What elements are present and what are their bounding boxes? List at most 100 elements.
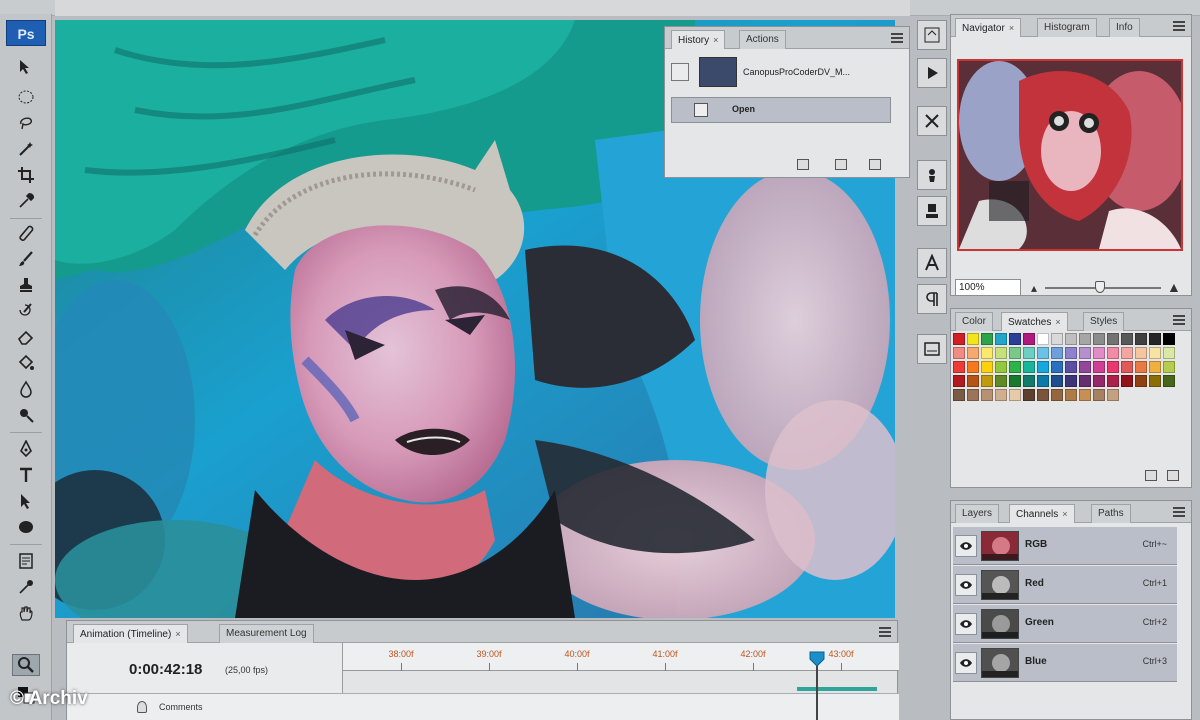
eyedropper-tool-icon[interactable] xyxy=(12,190,40,212)
color-swatch[interactable] xyxy=(1051,333,1063,345)
panel-menu-icon[interactable] xyxy=(891,33,903,43)
color-swatch[interactable] xyxy=(1037,347,1049,359)
color-swatch[interactable] xyxy=(1107,333,1119,345)
eye-icon[interactable] xyxy=(955,652,977,674)
playhead-icon[interactable] xyxy=(809,651,825,667)
navigator-preview[interactable] xyxy=(957,59,1183,251)
tab-styles[interactable]: Styles xyxy=(1083,312,1125,331)
eye-icon[interactable] xyxy=(955,574,977,596)
tool-presets-icon[interactable] xyxy=(917,106,947,136)
channel-row-blue[interactable]: Blue Ctrl+3 xyxy=(953,644,1177,682)
panel-menu-icon[interactable] xyxy=(1173,315,1185,325)
brush-tool-icon[interactable] xyxy=(12,248,40,270)
color-swatch[interactable] xyxy=(1065,333,1077,345)
color-swatch[interactable] xyxy=(1065,389,1077,401)
tab-measurement-log[interactable]: Measurement Log xyxy=(219,624,314,643)
clone-source-icon[interactable] xyxy=(917,196,947,226)
path-selection-tool-icon[interactable] xyxy=(12,490,40,512)
color-swatch[interactable] xyxy=(1079,389,1091,401)
color-swatch[interactable] xyxy=(967,375,979,387)
color-swatch[interactable] xyxy=(1051,347,1063,359)
shape-tool-icon[interactable] xyxy=(12,516,40,538)
crop-tool-icon[interactable] xyxy=(12,164,40,186)
tab-channels[interactable]: Channels × xyxy=(1009,504,1075,523)
color-swatch[interactable] xyxy=(995,361,1007,373)
tab-history[interactable]: History × xyxy=(671,30,726,49)
color-swatch[interactable] xyxy=(1079,361,1091,373)
color-swatch[interactable] xyxy=(1121,361,1133,373)
close-icon[interactable]: × xyxy=(175,629,180,639)
color-swatch[interactable] xyxy=(1121,375,1133,387)
eye-icon[interactable] xyxy=(955,535,977,557)
color-swatch[interactable] xyxy=(967,389,979,401)
hand-tool-icon[interactable] xyxy=(12,602,40,624)
color-swatch[interactable] xyxy=(1149,375,1161,387)
color-swatch[interactable] xyxy=(1163,361,1175,373)
color-swatch[interactable] xyxy=(1023,347,1035,359)
color-swatch[interactable] xyxy=(1051,389,1063,401)
clone-stamp-tool-icon[interactable] xyxy=(12,274,40,296)
color-swatch[interactable] xyxy=(1051,361,1063,373)
character-panel-icon[interactable] xyxy=(917,248,947,278)
color-swatch[interactable] xyxy=(1093,361,1105,373)
color-swatch[interactable] xyxy=(1023,375,1035,387)
channel-row-red[interactable]: Red Ctrl+1 xyxy=(953,566,1177,604)
history-step[interactable]: Open xyxy=(671,97,891,123)
color-swatch[interactable] xyxy=(1149,361,1161,373)
panel-menu-icon[interactable] xyxy=(1173,21,1185,31)
color-swatch[interactable] xyxy=(967,361,979,373)
zoom-slider-knob[interactable] xyxy=(1095,281,1105,293)
color-swatch[interactable] xyxy=(1121,347,1133,359)
color-swatch[interactable] xyxy=(1023,361,1035,373)
color-swatch[interactable] xyxy=(981,333,993,345)
color-swatch[interactable] xyxy=(1065,361,1077,373)
color-swatch[interactable] xyxy=(1149,333,1161,345)
color-swatch[interactable] xyxy=(1107,361,1119,373)
tab-animation-timeline[interactable]: Animation (Timeline) × xyxy=(73,624,188,643)
color-swatch[interactable] xyxy=(1107,389,1119,401)
color-swatch[interactable] xyxy=(1037,375,1049,387)
paint-bucket-tool-icon[interactable] xyxy=(12,352,40,374)
brushes-panel-icon[interactable] xyxy=(917,160,947,190)
color-swatch[interactable] xyxy=(953,361,965,373)
new-swatch-icon[interactable] xyxy=(1145,470,1157,481)
close-icon[interactable]: × xyxy=(713,35,718,45)
magic-wand-tool-icon[interactable] xyxy=(12,138,40,160)
color-swatch[interactable] xyxy=(1051,375,1063,387)
history-panel-icon[interactable] xyxy=(917,20,947,50)
color-swatch[interactable] xyxy=(1149,347,1161,359)
notes-tool-icon[interactable] xyxy=(12,550,40,572)
color-swatch[interactable] xyxy=(967,333,979,345)
current-timecode[interactable]: 0:00:42:18 xyxy=(129,661,202,678)
color-swatch[interactable] xyxy=(953,375,965,387)
panel-menu-icon[interactable] xyxy=(1173,507,1185,517)
color-swatch[interactable] xyxy=(953,389,965,401)
color-swatch[interactable] xyxy=(1065,347,1077,359)
new-snapshot-icon[interactable] xyxy=(835,159,847,170)
close-icon[interactable]: × xyxy=(1062,509,1067,519)
info-panel-icon[interactable] xyxy=(917,334,947,364)
color-swatch[interactable] xyxy=(1079,375,1091,387)
color-swatch[interactable] xyxy=(1037,389,1049,401)
stopwatch-icon[interactable] xyxy=(137,701,147,713)
color-swatch[interactable] xyxy=(1093,347,1105,359)
eye-icon[interactable] xyxy=(955,613,977,635)
work-area-bar[interactable] xyxy=(797,687,877,691)
color-swatch[interactable] xyxy=(1079,333,1091,345)
color-swatch[interactable] xyxy=(1107,375,1119,387)
color-swatch[interactable] xyxy=(995,347,1007,359)
tab-info[interactable]: Info xyxy=(1109,18,1140,37)
color-swatch[interactable] xyxy=(1093,389,1105,401)
color-swatch[interactable] xyxy=(1065,375,1077,387)
color-swatch[interactable] xyxy=(1163,333,1175,345)
color-swatch[interactable] xyxy=(1107,347,1119,359)
color-swatch[interactable] xyxy=(953,333,965,345)
history-snapshot[interactable]: CanopusProCoderDV_M... xyxy=(671,55,901,91)
color-swatch[interactable] xyxy=(1121,333,1133,345)
close-icon[interactable]: × xyxy=(1009,23,1014,33)
tab-swatches[interactable]: Swatches × xyxy=(1001,312,1068,331)
actions-panel-icon[interactable] xyxy=(917,58,947,88)
eyedropper-sample-tool-icon[interactable] xyxy=(12,576,40,598)
paragraph-panel-icon[interactable] xyxy=(917,284,947,314)
color-swatch[interactable] xyxy=(1135,333,1147,345)
